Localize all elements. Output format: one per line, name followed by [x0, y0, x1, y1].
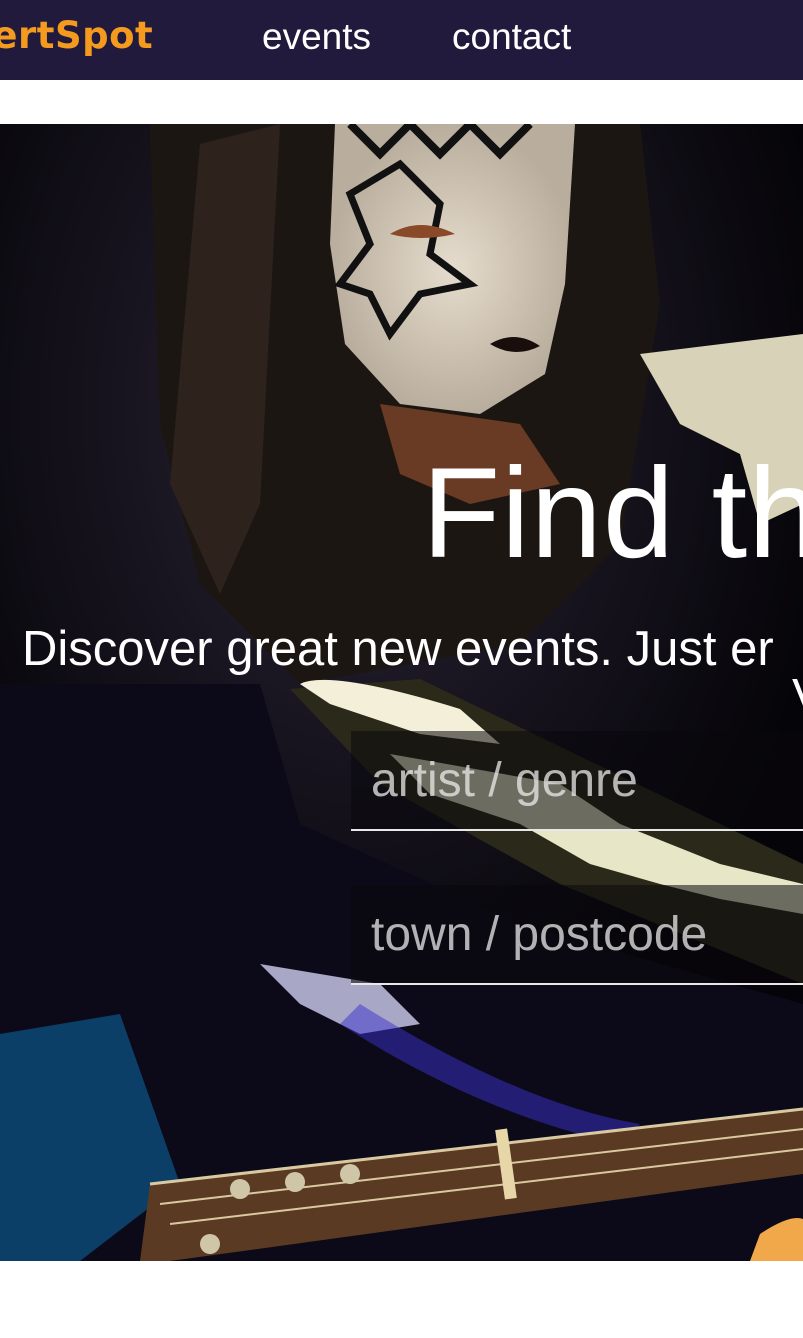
- top-nav: certSpot events contact: [0, 0, 803, 80]
- logo[interactable]: certSpot: [0, 14, 153, 57]
- hero-subline-continued: V: [792, 673, 803, 722]
- artist-genre-input[interactable]: [351, 731, 803, 831]
- hero-headline: Find th: [422, 441, 803, 585]
- town-postcode-input[interactable]: [351, 885, 803, 985]
- hero-section: Find th Discover great new events. Just …: [0, 124, 803, 1261]
- nav-link-contact[interactable]: contact: [452, 16, 571, 58]
- hero-subline: Discover great new events. Just er: [22, 622, 774, 676]
- nav-link-events[interactable]: events: [262, 16, 371, 58]
- hero-background-image: [0, 124, 803, 1261]
- page: certSpot events contact: [0, 0, 803, 1338]
